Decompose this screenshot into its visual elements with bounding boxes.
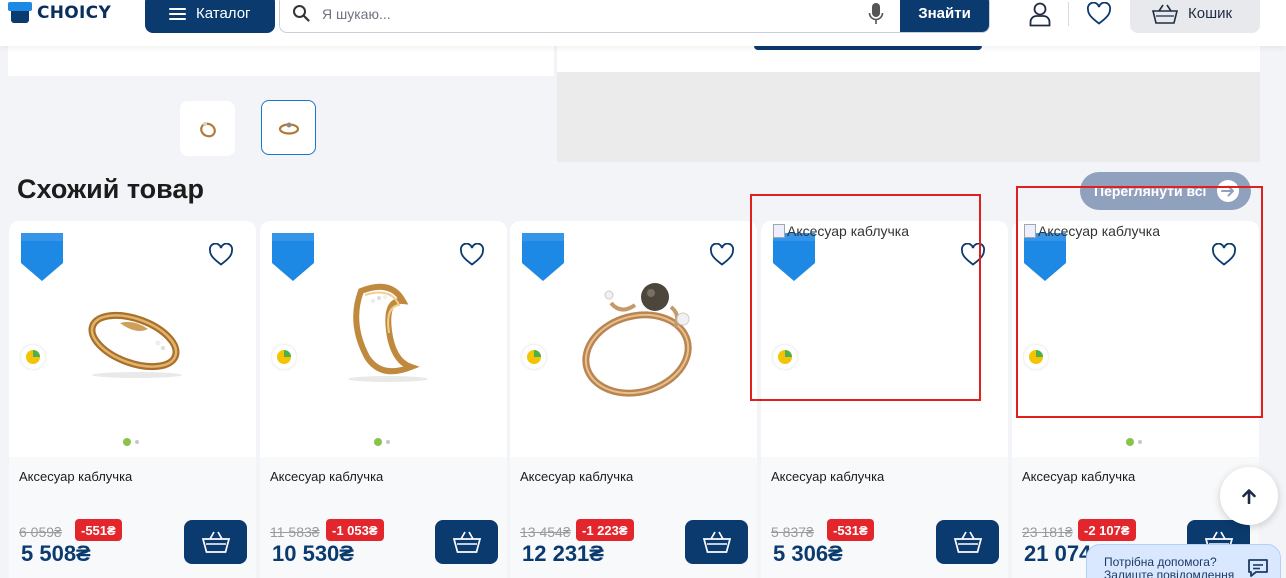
- old-price: 5 837₴: [771, 524, 814, 540]
- cart-basket-icon: [452, 531, 481, 553]
- image-alt-text: Аксесуар каблучка: [787, 223, 910, 239]
- broken-product-image: Аксесуар каблучка: [773, 223, 909, 239]
- discount-badge: -531₴: [827, 519, 874, 541]
- old-price: 13 454₴: [520, 524, 571, 540]
- add-to-cart-button[interactable]: [685, 520, 748, 564]
- old-price: 11 583₴: [270, 524, 320, 540]
- gallery-thumbnail-1[interactable]: [180, 101, 235, 156]
- image-slider-dots[interactable]: [123, 438, 139, 446]
- microphone-icon[interactable]: [868, 2, 884, 26]
- gallery-thumbnail-2[interactable]: [261, 100, 316, 155]
- chat-icon: [1248, 559, 1268, 577]
- gallery-main-image-area: [8, 46, 554, 76]
- scroll-to-top-button[interactable]: [1220, 467, 1278, 525]
- installment-badge-icon: [21, 345, 45, 369]
- cart-basket-icon: [702, 531, 731, 553]
- image-slider-dots[interactable]: [1126, 438, 1142, 446]
- discount-badge: -551₴: [75, 519, 122, 541]
- product-price: 10 530₴: [272, 541, 354, 566]
- product-name[interactable]: Аксесуар каблучка: [19, 469, 132, 484]
- product-name[interactable]: Аксесуар каблучка: [771, 469, 884, 484]
- cart-basket-icon: [1152, 4, 1178, 24]
- image-alt-text: Аксесуар каблучка: [1038, 223, 1161, 239]
- cart-button[interactable]: Кошик: [1130, 0, 1260, 33]
- search-icon: [293, 5, 310, 22]
- discount-badge: -1 223₴: [576, 519, 634, 541]
- arrow-right-icon: [1217, 180, 1239, 202]
- product-name[interactable]: Аксесуар каблучка: [270, 469, 383, 484]
- old-price: 6 059₴: [19, 524, 62, 540]
- installment-badge-icon: [522, 345, 546, 369]
- old-price: 23 181₴: [1022, 524, 1073, 540]
- shield-guarantee-icon: [773, 233, 815, 281]
- product-card[interactable]: Аксесуар каблучка 13 454₴ -1 223₴ 12 231…: [510, 221, 757, 578]
- broken-image-icon: [773, 224, 785, 238]
- product-name[interactable]: Аксесуар каблучка: [1022, 469, 1135, 484]
- product-card[interactable]: Аксесуар каблучка Аксесуар каблучка 5 83…: [761, 221, 1008, 578]
- product-card[interactable]: Аксесуар каблучка 11 583₴ -1 053₴ 10 530…: [260, 221, 507, 578]
- shield-guarantee-icon: [1024, 233, 1066, 281]
- add-to-cart-button[interactable]: [184, 520, 247, 564]
- product-info-panel: [557, 46, 1260, 162]
- user-icon[interactable]: [1027, 1, 1053, 27]
- add-to-cart-button[interactable]: [936, 520, 999, 564]
- installment-badge-icon: [773, 345, 797, 369]
- cart-label: Кошик: [1188, 5, 1233, 22]
- view-all-label: Переглянути всі: [1094, 183, 1207, 199]
- broken-image-icon: [1024, 224, 1036, 238]
- broken-product-image: Аксесуар каблучка: [1024, 223, 1160, 239]
- product-image: [88, 311, 182, 378]
- find-button[interactable]: Знайти: [900, 0, 989, 32]
- product-price: 5 306₴: [773, 541, 843, 566]
- logo[interactable]: CHOICY: [8, 2, 111, 24]
- favorite-heart-icon[interactable]: [1211, 243, 1237, 267]
- favorite-heart-icon[interactable]: [960, 243, 986, 267]
- header-divider: [1068, 2, 1069, 26]
- site-header: CHOICY Каталог Знайти Кошик: [0, 0, 1286, 46]
- favorite-heart-icon[interactable]: [459, 243, 485, 267]
- product-name[interactable]: Аксесуар каблучка: [520, 469, 633, 484]
- product-price: 5 508₴: [21, 541, 91, 566]
- product-price: 12 231₴: [522, 541, 604, 566]
- product-card[interactable]: Аксесуар каблучка 6 059₴ -551₴ 5 508₴: [9, 221, 256, 578]
- search-input[interactable]: [322, 0, 862, 32]
- installment-badge-icon: [1024, 345, 1048, 369]
- installment-badge-icon: [272, 345, 296, 369]
- cart-basket-icon: [953, 531, 982, 553]
- catalog-button[interactable]: Каталог: [145, 0, 275, 33]
- product-image: [348, 283, 428, 382]
- product-image: [582, 283, 692, 397]
- favorites-heart-icon[interactable]: [1086, 2, 1112, 26]
- catalog-label: Каталог: [196, 5, 251, 22]
- help-chat-widget[interactable]: Потрібна допомога? Залиште повідомлення: [1086, 544, 1281, 578]
- view-all-button[interactable]: Переглянути всі: [1080, 172, 1251, 210]
- favorite-heart-icon[interactable]: [208, 243, 234, 267]
- logo-text: CHOICY: [37, 3, 112, 23]
- image-slider-dots[interactable]: [374, 438, 390, 446]
- menu-icon: [169, 7, 186, 20]
- shield-guarantee-icon: [21, 233, 63, 281]
- logo-mark-icon: [8, 2, 32, 24]
- shield-guarantee-icon: [522, 233, 564, 281]
- product-gallery: [8, 46, 554, 162]
- ring-thumbnail-icon: [278, 122, 299, 135]
- arrow-up-icon: [1242, 489, 1256, 504]
- favorite-heart-icon[interactable]: [709, 243, 735, 267]
- buy-button-edge[interactable]: [754, 46, 982, 50]
- search-bar: Знайти: [279, 0, 990, 33]
- discount-badge: -2 107₴: [1078, 519, 1136, 541]
- discount-badge: -1 053₴: [326, 519, 384, 541]
- shield-guarantee-icon: [272, 233, 314, 281]
- cart-basket-icon: [201, 531, 230, 553]
- add-to-cart-button[interactable]: [435, 520, 498, 564]
- ring-thumbnail-icon: [199, 121, 216, 137]
- section-title: Схожий товар: [17, 174, 204, 204]
- product-card[interactable]: Аксесуар каблучка Аксесуар каблучка 23 1…: [1012, 221, 1259, 578]
